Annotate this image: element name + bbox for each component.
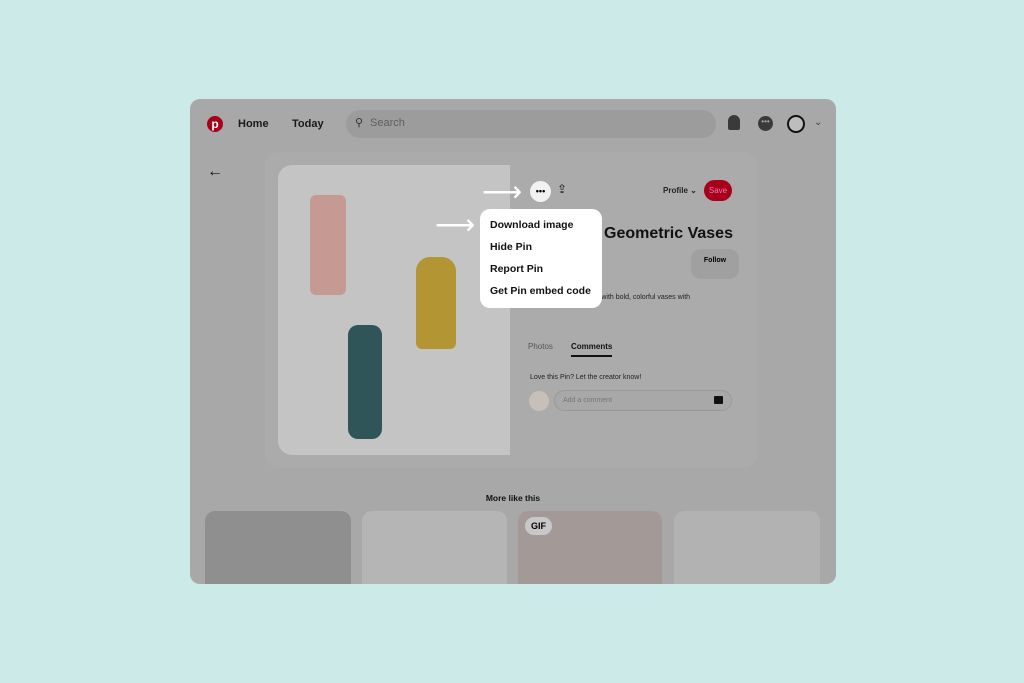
more-like-this-heading: More like this [485, 493, 541, 503]
teal-vase [348, 325, 382, 439]
gif-badge: GIF [525, 517, 552, 535]
comment-input[interactable]: Add a comment [554, 390, 732, 411]
search-icon: ⚲ [355, 117, 364, 129]
pinterest-logo[interactable]: p [207, 116, 223, 132]
tab-photos[interactable]: Photos [528, 342, 553, 351]
back-arrow-icon[interactable]: ← [207, 163, 223, 181]
menu-item-report-pin[interactable]: Report Pin [490, 259, 592, 281]
comment-placeholder: Add a comment [563, 397, 613, 404]
pointer-arrow-icon: ⟶ [435, 209, 476, 240]
search-placeholder: Search [370, 117, 405, 129]
thumbnail[interactable] [362, 511, 507, 584]
bell-icon[interactable] [728, 115, 740, 130]
more-options-menu: Download image Hide Pin Report Pin Get P… [480, 209, 602, 308]
menu-item-embed-code[interactable]: Get Pin embed code [490, 281, 592, 303]
pin-title: Geometric Vases [604, 225, 733, 242]
save-button[interactable]: Save [704, 180, 732, 201]
messages-icon[interactable]: ••• [758, 116, 773, 131]
yellow-vase [416, 257, 456, 349]
menu-item-hide-pin[interactable]: Hide Pin [490, 237, 592, 259]
thumbnail[interactable] [674, 511, 820, 584]
search-input[interactable]: ⚲ Search [346, 110, 716, 138]
comment-prompt: Love this Pin? Let the creator know! [530, 374, 642, 381]
chevron-down-icon[interactable]: ⌄ [814, 117, 822, 128]
user-avatar [529, 391, 549, 411]
menu-item-download-image[interactable]: Download image [490, 215, 592, 237]
follow-button[interactable]: Follow [691, 249, 739, 279]
pink-vase [310, 195, 346, 295]
share-icon[interactable]: ⇪ [557, 182, 567, 196]
nav-today[interactable]: Today [292, 118, 324, 130]
pin-description: ce with bold, colorful vases with [592, 294, 691, 301]
thumbnail[interactable]: GIF [518, 511, 662, 584]
image-icon[interactable] [714, 396, 723, 404]
avatar[interactable] [787, 115, 805, 133]
profile-label: Profile [663, 186, 688, 195]
more-options-button[interactable]: ••• [530, 181, 551, 202]
pointer-arrow-icon: ⟶ [482, 176, 523, 207]
nav-home[interactable]: Home [238, 118, 269, 130]
pin-image [278, 165, 510, 455]
thumbnail[interactable] [205, 511, 351, 584]
browser-window: p Home Today ⚲ Search ••• ⌄ ← ••• ⇪ Profi… [190, 99, 836, 584]
profile-dropdown[interactable]: Profile ⌄ [663, 186, 697, 195]
tab-comments[interactable]: Comments [571, 342, 613, 357]
